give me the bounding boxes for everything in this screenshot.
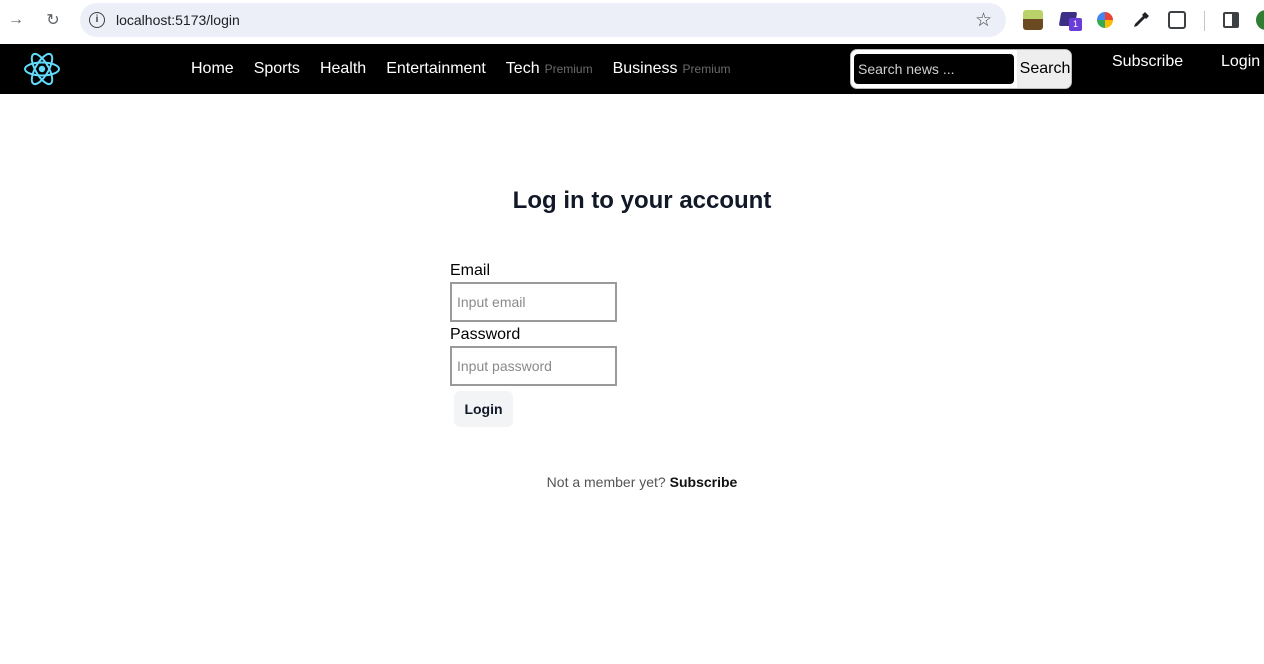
- search-input[interactable]: [852, 52, 1016, 86]
- address-bar[interactable]: i localhost:5173/login ☆: [80, 3, 1006, 37]
- forward-arrow-icon[interactable]: →: [6, 10, 26, 30]
- color-wheel-extension-icon[interactable]: [1097, 12, 1113, 28]
- bookmark-star-icon[interactable]: ☆: [975, 9, 992, 32]
- extension-badge: 1: [1069, 18, 1082, 31]
- search-button[interactable]: Search: [1017, 50, 1071, 88]
- nav-link-home[interactable]: Home: [191, 60, 234, 78]
- page-title: Log in to your account: [512, 187, 772, 214]
- reload-icon[interactable]: ↻: [43, 10, 63, 30]
- extensions-puzzle-icon[interactable]: [1168, 11, 1186, 29]
- browser-chrome: → ↻ i localhost:5173/login ☆ 1: [0, 0, 1264, 44]
- search-form: Search: [850, 49, 1072, 89]
- password-label: Password: [450, 326, 521, 343]
- profile-avatar[interactable]: [1256, 10, 1264, 30]
- site-navbar: Home Sports Health Entertainment Tech Pre…: [0, 44, 1264, 94]
- site-info-icon[interactable]: i: [89, 12, 105, 28]
- eyedropper-extension-icon[interactable]: [1131, 10, 1151, 30]
- nav-login-link[interactable]: Login: [1221, 53, 1260, 71]
- premium-badge: Premium: [682, 62, 731, 76]
- nav-link-health[interactable]: Health: [320, 60, 366, 78]
- nav-link-tech[interactable]: Tech Premium: [506, 60, 593, 78]
- extension-icon[interactable]: [1023, 10, 1043, 30]
- nav-subscribe-link[interactable]: Subscribe: [1112, 53, 1183, 71]
- nav-links: Home Sports Health Entertainment Tech Pre…: [191, 44, 731, 94]
- subscribe-link[interactable]: Subscribe: [670, 474, 738, 490]
- premium-badge: Premium: [544, 62, 593, 76]
- subscribe-prompt-text: Not a member yet?: [546, 474, 666, 490]
- extension-graduation-icon[interactable]: 1: [1058, 10, 1082, 31]
- nav-link-business[interactable]: Business Premium: [613, 60, 731, 78]
- nav-link-sports[interactable]: Sports: [254, 60, 300, 78]
- side-panel-icon[interactable]: [1223, 12, 1239, 28]
- login-button[interactable]: Login: [454, 391, 513, 427]
- nav-link-entertainment[interactable]: Entertainment: [386, 60, 486, 78]
- email-field[interactable]: [450, 282, 617, 322]
- subscribe-prompt: Not a member yet? Subscribe: [0, 474, 1264, 490]
- email-label: Email: [450, 262, 491, 279]
- url-text[interactable]: localhost:5173/login: [116, 12, 240, 28]
- password-field[interactable]: [450, 346, 617, 386]
- toolbar-divider: [1204, 11, 1205, 31]
- react-logo-icon[interactable]: [22, 50, 62, 88]
